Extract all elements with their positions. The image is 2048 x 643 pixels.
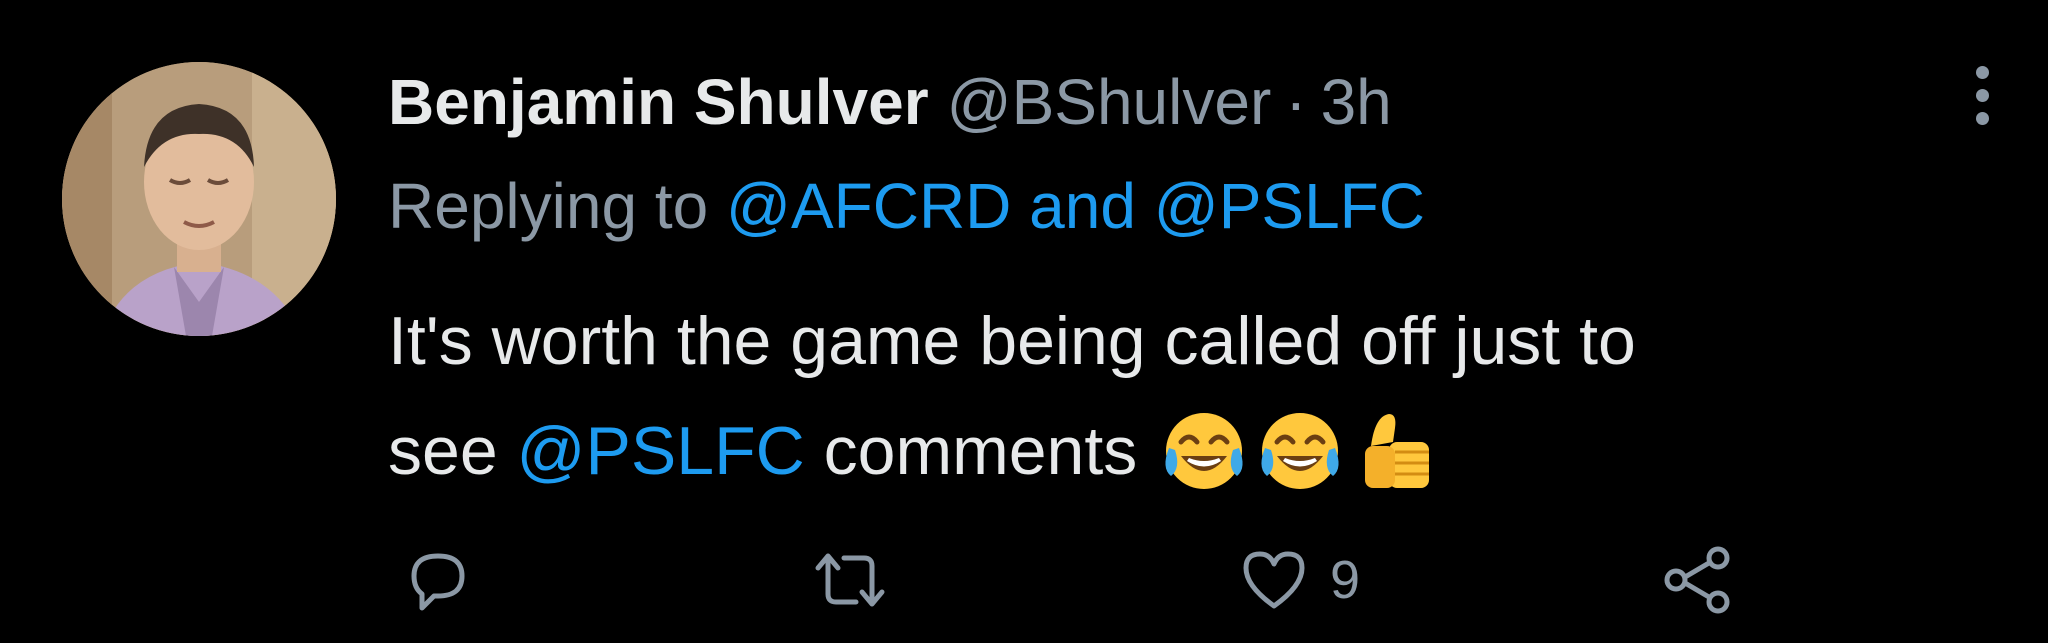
user-handle[interactable]: @BShulver [947, 62, 1272, 142]
reply-icon [411, 553, 465, 611]
share-icon [1664, 546, 1730, 614]
more-dot [1975, 88, 1989, 102]
display-name[interactable]: Benjamin Shulver [388, 62, 929, 142]
reply-button[interactable] [400, 540, 476, 620]
share-button[interactable] [1658, 540, 1738, 620]
mention-afcrd[interactable]: @AFCRD [726, 170, 1011, 242]
tweet-text-suffix: comments [804, 413, 1138, 489]
mention-pslfc[interactable]: @PSLFC [1154, 170, 1425, 242]
mention-pslfc-body[interactable]: @PSLFC [517, 396, 805, 506]
retweet-button[interactable] [810, 540, 890, 620]
tweet-actions: 9 [388, 540, 1788, 620]
tweet[interactable]: Benjamin Shulver @BShulver · 3h Replying… [0, 0, 2048, 643]
replying-to: Replying to @AFCRD and @PSLFC [388, 166, 1425, 246]
more-dot [1975, 111, 1989, 125]
tweet-text-line: see @PSLFC comments [388, 396, 1948, 506]
tweet-text-prefix: see [388, 413, 517, 489]
header-separator: · [1285, 66, 1307, 138]
tweet-text-line-1: It's worth the game being called off jus… [388, 303, 1636, 379]
like-button[interactable]: 9 [1236, 540, 1360, 620]
more-dot [1975, 65, 1989, 79]
face-with-tears-of-joy-icon [1165, 413, 1243, 489]
avatar-photo [62, 62, 336, 336]
more-options-icon[interactable] [1962, 60, 2002, 130]
replying-conjunction: and [1011, 170, 1154, 242]
face-with-tears-of-joy-icon [1261, 413, 1339, 489]
heart-icon [1243, 551, 1305, 609]
tweet-text-line: It's worth the game being called off jus… [388, 286, 1948, 396]
tweet-header: Benjamin Shulver @BShulver · 3h [388, 62, 1392, 142]
thumbs-up-icon [1365, 414, 1430, 488]
retweet-icon [815, 553, 885, 607]
tweet-text: It's worth the game being called off jus… [388, 286, 1948, 506]
avatar[interactable] [62, 62, 336, 336]
like-count: 9 [1330, 550, 1361, 610]
replying-prefix: Replying to [388, 170, 726, 242]
timestamp[interactable]: 3h [1321, 62, 1392, 142]
